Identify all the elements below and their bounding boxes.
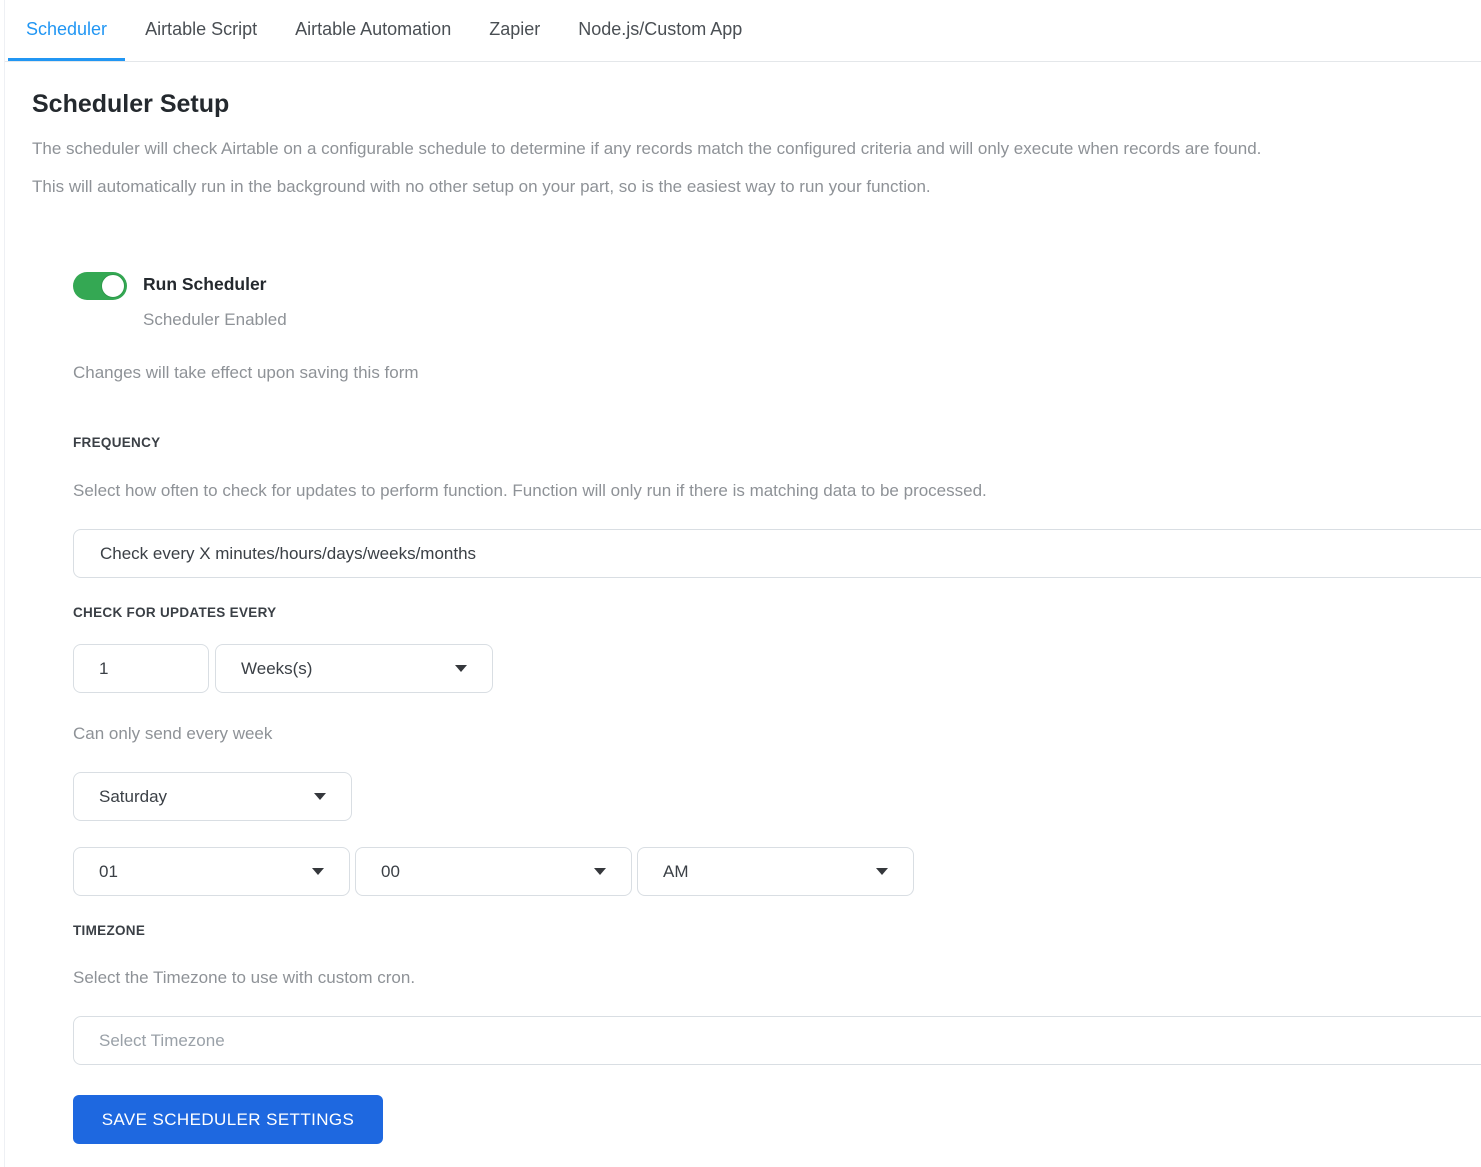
frequency-section-label: FREQUENCY: [73, 435, 161, 450]
timezone-help-text: Select the Timezone to use with custom c…: [73, 968, 416, 987]
interval-unit-value: Weeks(s): [241, 658, 313, 678]
caret-down-icon: [876, 868, 888, 875]
frequency-mode-select[interactable]: Check every X minutes/hours/days/weeks/m…: [73, 529, 1481, 578]
tab-airtable-automation[interactable]: Airtable Automation: [277, 0, 469, 61]
caret-down-icon: [314, 793, 326, 800]
frequency-help-text: Select how often to check for updates to…: [73, 481, 987, 500]
run-scheduler-row: Run Scheduler Scheduler Enabled: [73, 270, 1481, 330]
tab-scheduler[interactable]: Scheduler: [8, 0, 126, 61]
tab-nodejs-custom-app[interactable]: Node.js/Custom App: [560, 0, 760, 61]
caret-down-icon: [312, 868, 324, 875]
hour-select[interactable]: 01: [73, 847, 350, 896]
meridiem-value: AM: [663, 861, 689, 881]
meridiem-select[interactable]: AM: [637, 847, 914, 896]
day-of-week-value: Saturday: [99, 786, 168, 806]
hour-value: 01: [99, 861, 118, 881]
caret-down-icon: [594, 868, 606, 875]
interval-row: Weeks(s): [73, 644, 1481, 693]
caret-down-icon: [455, 665, 467, 672]
check-every-label: CHECK FOR UPDATES EVERY: [73, 605, 277, 620]
run-scheduler-label: Run Scheduler: [143, 274, 267, 294]
interval-unit-select[interactable]: Weeks(s): [215, 644, 493, 693]
page-title: Scheduler Setup: [32, 90, 230, 118]
day-of-week-select[interactable]: Saturday: [73, 772, 352, 821]
description-line-2: This will automatically run in the backg…: [32, 177, 931, 196]
description-line-1: The scheduler will check Airtable on a c…: [32, 139, 1262, 158]
run-scheduler-toggle[interactable]: [73, 272, 127, 300]
tab-airtable-script[interactable]: Airtable Script: [127, 0, 275, 61]
tab-zapier[interactable]: Zapier: [471, 0, 558, 61]
toggle-labels: Run Scheduler Scheduler Enabled: [143, 270, 287, 330]
minute-select[interactable]: 00: [355, 847, 632, 896]
tab-bar: Scheduler Airtable Script Airtable Autom…: [5, 0, 1481, 62]
time-row: 01 00 AM: [73, 847, 1481, 896]
weekly-limit-note: Can only send every week: [73, 724, 273, 743]
timezone-section-label: TIMEZONE: [73, 923, 146, 938]
toggle-knob-icon: [101, 274, 125, 298]
scheduler-form: Run Scheduler Scheduler Enabled Changes …: [73, 213, 1481, 1144]
save-scheduler-settings-button[interactable]: SAVE SCHEDULER SETTINGS: [73, 1095, 383, 1144]
scheduler-status-text: Scheduler Enabled: [143, 310, 287, 329]
interval-input[interactable]: [73, 644, 209, 693]
timezone-input[interactable]: [73, 1016, 1481, 1065]
save-effect-note: Changes will take effect upon saving thi…: [73, 363, 419, 382]
page: Scheduler Airtable Script Airtable Autom…: [4, 0, 1481, 1167]
frequency-mode-value: Check every X minutes/hours/days/weeks/m…: [100, 543, 477, 563]
minute-value: 00: [381, 861, 400, 881]
scheduler-setup-panel: Scheduler Setup The scheduler will check…: [5, 62, 1481, 1144]
